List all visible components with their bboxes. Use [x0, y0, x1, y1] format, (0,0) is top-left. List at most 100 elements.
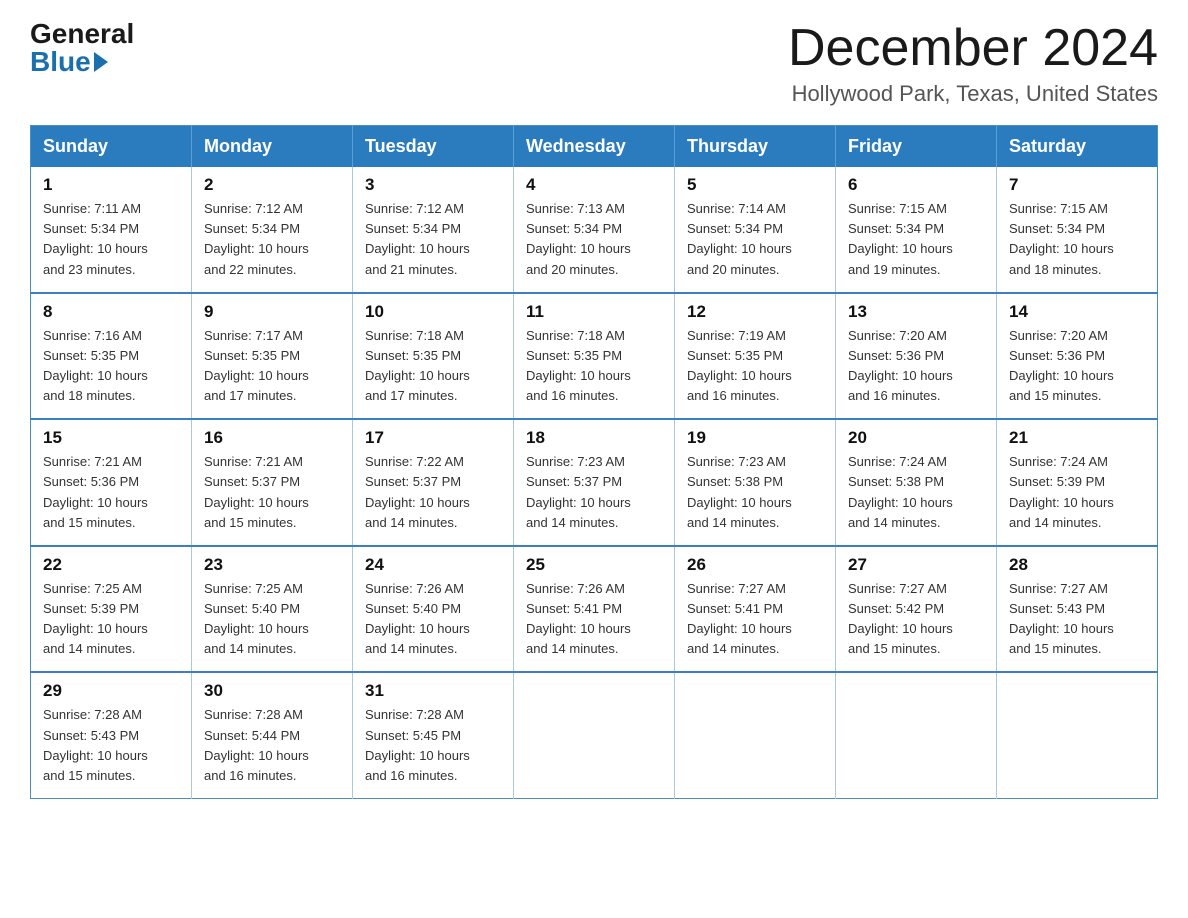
- day-info: Sunrise: 7:21 AMSunset: 5:36 PMDaylight:…: [43, 452, 179, 533]
- calendar-cell: [675, 672, 836, 798]
- day-number: 4: [526, 175, 662, 195]
- day-info: Sunrise: 7:25 AMSunset: 5:39 PMDaylight:…: [43, 579, 179, 660]
- day-number: 1: [43, 175, 179, 195]
- day-info: Sunrise: 7:28 AMSunset: 5:44 PMDaylight:…: [204, 705, 340, 786]
- day-number: 3: [365, 175, 501, 195]
- day-header-tuesday: Tuesday: [353, 126, 514, 168]
- day-info: Sunrise: 7:23 AMSunset: 5:38 PMDaylight:…: [687, 452, 823, 533]
- day-number: 20: [848, 428, 984, 448]
- calendar-cell: 29Sunrise: 7:28 AMSunset: 5:43 PMDayligh…: [31, 672, 192, 798]
- logo-arrow-icon: [94, 52, 108, 72]
- calendar-cell: 16Sunrise: 7:21 AMSunset: 5:37 PMDayligh…: [192, 419, 353, 546]
- day-number: 24: [365, 555, 501, 575]
- day-number: 18: [526, 428, 662, 448]
- day-info: Sunrise: 7:18 AMSunset: 5:35 PMDaylight:…: [365, 326, 501, 407]
- day-number: 19: [687, 428, 823, 448]
- day-info: Sunrise: 7:18 AMSunset: 5:35 PMDaylight:…: [526, 326, 662, 407]
- day-info: Sunrise: 7:25 AMSunset: 5:40 PMDaylight:…: [204, 579, 340, 660]
- calendar-cell: 12Sunrise: 7:19 AMSunset: 5:35 PMDayligh…: [675, 293, 836, 420]
- day-number: 7: [1009, 175, 1145, 195]
- calendar-week-row: 15 Sunrise: 7:21 AMSunset: 5:36 PMDayligh…: [31, 419, 1158, 546]
- calendar-cell: 25Sunrise: 7:26 AMSunset: 5:41 PMDayligh…: [514, 546, 675, 673]
- day-number: 6: [848, 175, 984, 195]
- calendar-header: SundayMondayTuesdayWednesdayThursdayFrid…: [31, 126, 1158, 168]
- day-info: Sunrise: 7:13 AMSunset: 5:34 PMDaylight:…: [526, 199, 662, 280]
- day-info: Sunrise: 7:27 AMSunset: 5:42 PMDaylight:…: [848, 579, 984, 660]
- day-info: Sunrise: 7:12 AMSunset: 5:34 PMDaylight:…: [365, 199, 501, 280]
- day-number: 23: [204, 555, 340, 575]
- calendar-cell: 4 Sunrise: 7:13 AMSunset: 5:34 PMDaylight…: [514, 167, 675, 293]
- calendar-cell: 24 Sunrise: 7:26 AMSunset: 5:40 PMDayligh…: [353, 546, 514, 673]
- day-info: Sunrise: 7:19 AMSunset: 5:35 PMDaylight:…: [687, 326, 823, 407]
- day-info: Sunrise: 7:26 AMSunset: 5:40 PMDaylight:…: [365, 579, 501, 660]
- day-info: Sunrise: 7:28 AMSunset: 5:45 PMDaylight:…: [365, 705, 501, 786]
- day-number: 28: [1009, 555, 1145, 575]
- day-header-friday: Friday: [836, 126, 997, 168]
- calendar-cell: 3 Sunrise: 7:12 AMSunset: 5:34 PMDaylight…: [353, 167, 514, 293]
- calendar-cell: 21 Sunrise: 7:24 AMSunset: 5:39 PMDayligh…: [997, 419, 1158, 546]
- day-header-wednesday: Wednesday: [514, 126, 675, 168]
- calendar-cell: 6 Sunrise: 7:15 AMSunset: 5:34 PMDaylight…: [836, 167, 997, 293]
- day-info: Sunrise: 7:27 AMSunset: 5:41 PMDaylight:…: [687, 579, 823, 660]
- day-number: 16: [204, 428, 340, 448]
- day-number: 22: [43, 555, 179, 575]
- calendar-cell: [836, 672, 997, 798]
- calendar-cell: 20 Sunrise: 7:24 AMSunset: 5:38 PMDayligh…: [836, 419, 997, 546]
- day-info: Sunrise: 7:20 AMSunset: 5:36 PMDaylight:…: [1009, 326, 1145, 407]
- calendar-cell: [997, 672, 1158, 798]
- calendar-week-row: 29Sunrise: 7:28 AMSunset: 5:43 PMDayligh…: [31, 672, 1158, 798]
- calendar-cell: 7 Sunrise: 7:15 AMSunset: 5:34 PMDaylight…: [997, 167, 1158, 293]
- day-number: 15: [43, 428, 179, 448]
- day-info: Sunrise: 7:14 AMSunset: 5:34 PMDaylight:…: [687, 199, 823, 280]
- calendar-cell: 30 Sunrise: 7:28 AMSunset: 5:44 PMDayligh…: [192, 672, 353, 798]
- calendar-week-row: 1 Sunrise: 7:11 AMSunset: 5:34 PMDaylight…: [31, 167, 1158, 293]
- day-number: 10: [365, 302, 501, 322]
- day-number: 5: [687, 175, 823, 195]
- calendar-cell: 11Sunrise: 7:18 AMSunset: 5:35 PMDayligh…: [514, 293, 675, 420]
- calendar-cell: 13 Sunrise: 7:20 AMSunset: 5:36 PMDayligh…: [836, 293, 997, 420]
- logo-general-text: General: [30, 20, 134, 48]
- day-number: 27: [848, 555, 984, 575]
- calendar-cell: 19 Sunrise: 7:23 AMSunset: 5:38 PMDayligh…: [675, 419, 836, 546]
- day-number: 17: [365, 428, 501, 448]
- day-number: 13: [848, 302, 984, 322]
- page-header: General Blue December 2024 Hollywood Par…: [30, 20, 1158, 107]
- day-number: 26: [687, 555, 823, 575]
- calendar-cell: 22 Sunrise: 7:25 AMSunset: 5:39 PMDayligh…: [31, 546, 192, 673]
- day-header-sunday: Sunday: [31, 126, 192, 168]
- day-info: Sunrise: 7:20 AMSunset: 5:36 PMDaylight:…: [848, 326, 984, 407]
- calendar-week-row: 22 Sunrise: 7:25 AMSunset: 5:39 PMDayligh…: [31, 546, 1158, 673]
- day-info: Sunrise: 7:22 AMSunset: 5:37 PMDaylight:…: [365, 452, 501, 533]
- day-number: 30: [204, 681, 340, 701]
- calendar-cell: 5 Sunrise: 7:14 AMSunset: 5:34 PMDaylight…: [675, 167, 836, 293]
- day-info: Sunrise: 7:12 AMSunset: 5:34 PMDaylight:…: [204, 199, 340, 280]
- day-number: 8: [43, 302, 179, 322]
- logo-blue-text: Blue: [30, 48, 108, 76]
- day-info: Sunrise: 7:16 AMSunset: 5:35 PMDaylight:…: [43, 326, 179, 407]
- calendar-cell: 10 Sunrise: 7:18 AMSunset: 5:35 PMDayligh…: [353, 293, 514, 420]
- day-info: Sunrise: 7:15 AMSunset: 5:34 PMDaylight:…: [1009, 199, 1145, 280]
- day-info: Sunrise: 7:24 AMSunset: 5:38 PMDaylight:…: [848, 452, 984, 533]
- calendar-cell: [514, 672, 675, 798]
- location-subtitle: Hollywood Park, Texas, United States: [788, 81, 1158, 107]
- day-info: Sunrise: 7:17 AMSunset: 5:35 PMDaylight:…: [204, 326, 340, 407]
- day-number: 29: [43, 681, 179, 701]
- calendar-cell: 1 Sunrise: 7:11 AMSunset: 5:34 PMDaylight…: [31, 167, 192, 293]
- calendar-cell: 15 Sunrise: 7:21 AMSunset: 5:36 PMDayligh…: [31, 419, 192, 546]
- calendar-body: 1 Sunrise: 7:11 AMSunset: 5:34 PMDaylight…: [31, 167, 1158, 798]
- day-header-saturday: Saturday: [997, 126, 1158, 168]
- day-info: Sunrise: 7:27 AMSunset: 5:43 PMDaylight:…: [1009, 579, 1145, 660]
- day-number: 2: [204, 175, 340, 195]
- day-number: 21: [1009, 428, 1145, 448]
- calendar-cell: 18Sunrise: 7:23 AMSunset: 5:37 PMDayligh…: [514, 419, 675, 546]
- day-header-thursday: Thursday: [675, 126, 836, 168]
- calendar-cell: 23 Sunrise: 7:25 AMSunset: 5:40 PMDayligh…: [192, 546, 353, 673]
- calendar-cell: 2 Sunrise: 7:12 AMSunset: 5:34 PMDaylight…: [192, 167, 353, 293]
- day-info: Sunrise: 7:15 AMSunset: 5:34 PMDaylight:…: [848, 199, 984, 280]
- day-number: 14: [1009, 302, 1145, 322]
- title-block: December 2024 Hollywood Park, Texas, Uni…: [788, 20, 1158, 107]
- calendar-cell: 8 Sunrise: 7:16 AMSunset: 5:35 PMDaylight…: [31, 293, 192, 420]
- day-of-week-row: SundayMondayTuesdayWednesdayThursdayFrid…: [31, 126, 1158, 168]
- day-info: Sunrise: 7:24 AMSunset: 5:39 PMDaylight:…: [1009, 452, 1145, 533]
- day-info: Sunrise: 7:11 AMSunset: 5:34 PMDaylight:…: [43, 199, 179, 280]
